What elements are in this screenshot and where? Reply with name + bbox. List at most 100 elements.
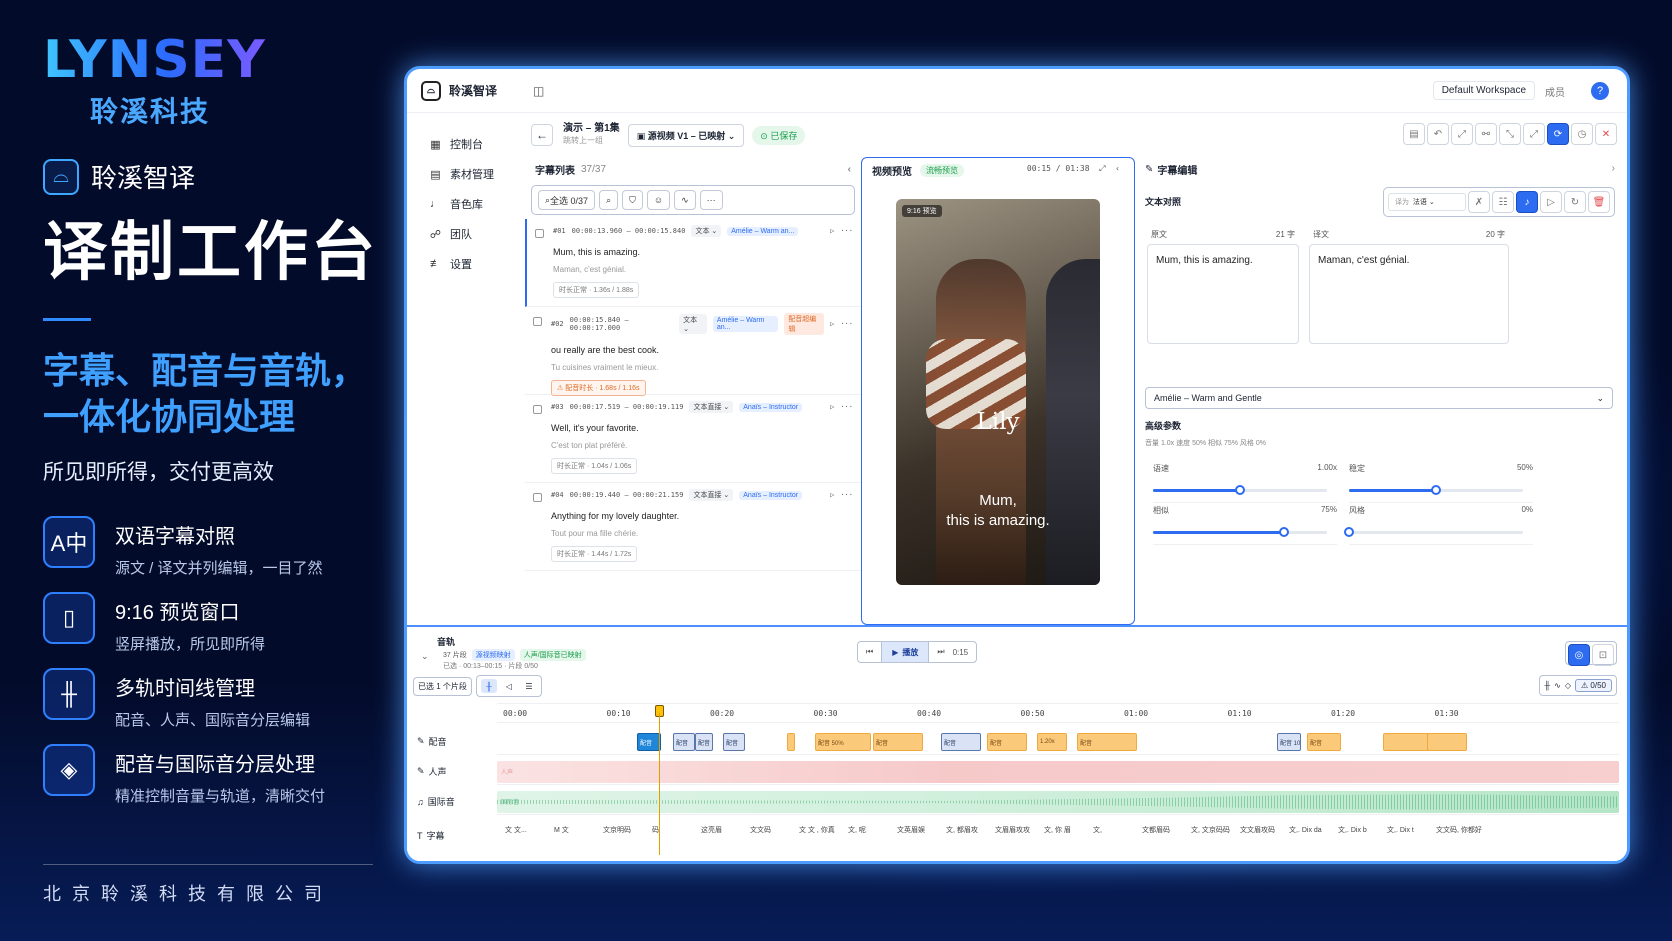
version-select[interactable]: ▣ 源视频 V1 – 已映射 ⌄ <box>627 123 745 147</box>
skip-forward-icon[interactable]: ⏭ <box>929 647 952 657</box>
subtitle-chip[interactable]: 文,. Dix da <box>1289 825 1322 835</box>
history-icon[interactable]: ◷ <box>1571 123 1593 145</box>
mixer-icon[interactable]: ☰ <box>521 679 537 693</box>
delete-icon[interactable]: ✕ <box>1595 123 1617 145</box>
voice-tag[interactable]: Amélie – Warm an... <box>727 226 799 236</box>
type-select[interactable]: 文本直接 ⌄ <box>689 489 734 501</box>
item-translation[interactable]: Maman, c'est génial. <box>553 265 853 274</box>
play-button[interactable]: ▶ 播放 <box>881 642 930 662</box>
save-icon[interactable]: ▤ <box>1403 123 1425 145</box>
subtitle-chip[interactable]: 文,. Dix b <box>1338 825 1367 835</box>
play-icon[interactable]: ▷ <box>830 320 834 328</box>
subtitle-chip[interactable]: 文, 文京码码 <box>1191 825 1230 835</box>
target-text-field[interactable]: Maman, c'est génial. <box>1309 244 1509 344</box>
voice-tag[interactable]: Anaïs – Instructor <box>739 402 803 412</box>
translate-icon[interactable]: ✗ <box>1468 191 1490 213</box>
subtitle-chip[interactable]: 文, 你 眉 <box>1044 825 1071 835</box>
dub-clip[interactable]: 配音 <box>873 733 923 751</box>
sidebar-item-settings[interactable]: ≢ 设置 <box>407 249 525 279</box>
select-all-button[interactable]: ⌕ 全选 0/37 <box>538 190 596 210</box>
subtitle-item[interactable]: #01 00:00:13.960 – 00:00:15.840 文本 ⌄ Amélie… <box>525 219 861 307</box>
dub-clip[interactable]: 配音 50% <box>815 733 871 751</box>
source-text-field[interactable]: Mum, this is amazing. <box>1147 244 1299 344</box>
slider-track[interactable] <box>1344 527 1523 537</box>
dub-clip[interactable]: 1.20x <box>1037 733 1067 751</box>
dub-clip[interactable] <box>1427 733 1467 751</box>
subtitle-chip[interactable]: M 文 <box>554 825 569 835</box>
search-icon[interactable]: ⌕ <box>599 190 619 210</box>
slider-track[interactable] <box>1349 485 1523 495</box>
lock-icon[interactable]: ⊡ <box>1592 644 1614 666</box>
target-language-select[interactable]: 译为 法语 ⌄ <box>1388 193 1466 211</box>
subtitle-item[interactable]: #04 00:00:19.440 – 00:00:21.159 文本直接 ⌄ Anaï… <box>525 483 861 571</box>
subtitle-chip[interactable]: 这亮眉 <box>701 825 722 835</box>
dub-clip[interactable] <box>787 733 795 751</box>
sidebar-toggle-icon[interactable]: ◫ <box>533 84 544 98</box>
slider-knob[interactable] <box>1344 527 1354 537</box>
episode-sub[interactable]: 跳转上一组 <box>563 135 620 147</box>
waveform-icon[interactable]: ∿ <box>674 190 696 210</box>
dub-clip[interactable]: 配音 <box>1077 733 1137 751</box>
dub-clip[interactable]: 配音 <box>987 733 1027 751</box>
workspace-select[interactable]: Default Workspace <box>1432 81 1535 100</box>
subtitle-chip[interactable]: 文京明码 <box>603 825 631 835</box>
subtitle-chip[interactable]: 文, 都眉攻 <box>946 825 978 835</box>
type-select[interactable]: 文本 ⌄ <box>679 314 707 334</box>
list-icon[interactable]: ☷ <box>1492 191 1514 213</box>
item-checkbox[interactable] <box>533 317 542 326</box>
help-icon[interactable]: ? <box>1591 82 1609 100</box>
video-frame[interactable]: 9:16 预览 Lily Mum, this is amazing. <box>896 199 1100 585</box>
param-slider[interactable]: 相似 75% <box>1153 505 1337 545</box>
play-icon[interactable]: ▷ <box>830 227 834 235</box>
item-source-text[interactable]: Well, it's your favorite. <box>551 423 853 433</box>
param-slider[interactable]: 语速 1.00x <box>1153 463 1337 503</box>
intl-track[interactable]: 国际音 <box>497 787 1619 815</box>
subtitle-chip[interactable]: 文,. Dix t <box>1387 825 1414 835</box>
magnet-icon[interactable]: ◎ <box>1568 644 1590 666</box>
subtitle-chip[interactable]: 文 文 , 你真 <box>799 825 835 835</box>
sync-icon[interactable]: ⟳ <box>1547 123 1569 145</box>
split-icon[interactable]: ╫ <box>1544 681 1550 690</box>
slider-knob[interactable] <box>1431 485 1441 495</box>
item-source-text[interactable]: ou really are the best cook. <box>551 345 853 355</box>
volume-icon[interactable]: ◁ <box>501 679 517 693</box>
sidebar-item-console[interactable]: ▦ 控制台 <box>407 129 525 159</box>
item-translation[interactable]: Tout pour ma fille chérie. <box>551 529 853 538</box>
voice-tag[interactable]: Amélie – Warm an... <box>712 316 779 332</box>
more-icon[interactable]: ··· <box>840 491 853 499</box>
filter-icon[interactable]: ⛉ <box>622 190 643 210</box>
sidebar-item-voices[interactable]: ♩ 音色库 <box>407 189 525 219</box>
expand-icon[interactable]: ⤢ <box>1451 123 1473 145</box>
chevron-right-icon[interactable]: › <box>1612 163 1615 174</box>
sidebar-item-assets[interactable]: ▤ 素材管理 <box>407 159 525 189</box>
dub-clip[interactable]: 配音 <box>673 733 695 751</box>
subtitle-chip[interactable]: 码 <box>652 825 659 835</box>
slider-track[interactable] <box>1153 527 1327 537</box>
subtitle-chip[interactable]: 文, <box>1093 825 1102 835</box>
item-checkbox[interactable] <box>535 229 544 238</box>
link-icon[interactable]: ⚯ <box>1475 123 1497 145</box>
play-icon[interactable]: ▷ <box>830 491 834 499</box>
subtitle-chip[interactable]: 文, 呢 <box>848 825 866 835</box>
dub-clip[interactable]: 配音 <box>941 733 981 751</box>
more-icon[interactable]: ··· <box>840 227 853 235</box>
item-source-text[interactable]: Anything for my lovely daughter. <box>551 511 853 521</box>
delete-icon[interactable]: 🗑 <box>1588 191 1610 213</box>
subtitle-chip[interactable]: 文文码 <box>750 825 771 835</box>
voice-tag[interactable]: Anaïs – Instructor <box>739 490 803 500</box>
dub-clip[interactable]: 配音 <box>723 733 745 751</box>
item-translation[interactable]: Tu cuisines vraiment le mieux. <box>551 363 853 372</box>
more-icon[interactable]: ··· <box>840 403 853 411</box>
back-button[interactable]: ← <box>531 124 553 146</box>
undo-icon[interactable]: ↶ <box>1427 123 1449 145</box>
erase-icon[interactable]: ◇ <box>1565 681 1571 690</box>
reset-icon[interactable]: ↻ <box>1564 191 1586 213</box>
type-select[interactable]: 文本直接 ⌄ <box>689 401 734 413</box>
subtitle-chip[interactable]: 文英眉娱 <box>897 825 925 835</box>
voice-icon[interactable]: ♪ <box>1516 191 1538 213</box>
resize-icon[interactable]: ⤡ <box>1499 123 1521 145</box>
subtitle-chip[interactable]: 文文眉攻码 <box>1240 825 1275 835</box>
play-icon[interactable]: ▷ <box>830 403 834 411</box>
more-icon[interactable]: ··· <box>840 320 853 328</box>
member-link[interactable]: 成员 <box>1545 84 1565 99</box>
